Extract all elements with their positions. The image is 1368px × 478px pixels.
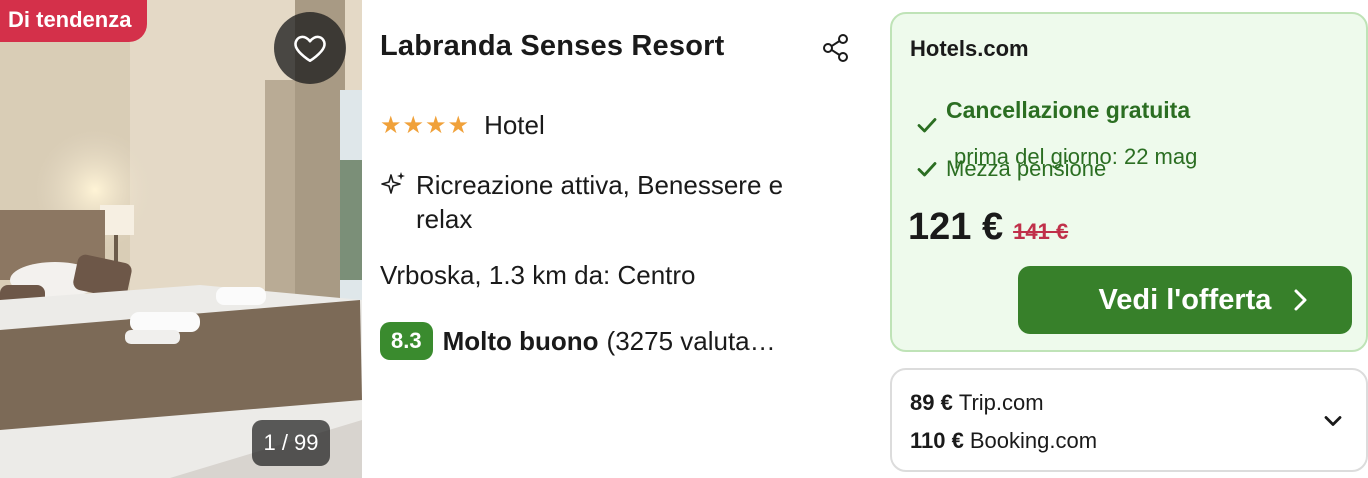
perk-cancel-label: Cancellazione gratuita xyxy=(946,96,1191,123)
hotel-name[interactable]: Labranda Senses Resort xyxy=(380,30,724,63)
hotel-photo[interactable]: Di tendenza 1 / 99 xyxy=(0,0,362,478)
trending-badge: Di tendenza xyxy=(0,0,148,42)
star-rating-icon: ★★★★ xyxy=(380,112,471,139)
other-offer-price: 110 € xyxy=(910,428,964,453)
share-icon xyxy=(823,34,848,62)
other-offer-row[interactable]: 89 € Trip.com xyxy=(910,390,1044,416)
stars-row: ★★★★ Hotel xyxy=(380,110,545,141)
old-price: 141 € xyxy=(1013,219,1069,244)
heart-icon xyxy=(294,35,326,63)
view-offer-label: Vedi l'offerta xyxy=(1098,283,1272,316)
favorite-button[interactable] xyxy=(274,12,346,84)
rating-label: Molto buono xyxy=(442,325,599,356)
current-price: 121 € xyxy=(908,206,1004,248)
other-offer-row[interactable]: 110 € Booking.com xyxy=(910,428,1097,454)
check-icon xyxy=(917,118,937,133)
other-offer-price: 89 € xyxy=(910,390,953,415)
other-offer-provider: Trip.com xyxy=(958,390,1044,415)
rating-row[interactable]: 8.3 Molto buono (3275 valuta… xyxy=(380,322,776,360)
review-count: (3275 valuta… xyxy=(606,325,776,356)
chevron-right-icon xyxy=(1294,289,1307,311)
hotel-location: Vrboska, 1.3 km da: Centro xyxy=(380,260,696,290)
perk-board-label: Mezza pensione xyxy=(946,156,1107,181)
offer-provider: Hotels.com xyxy=(910,36,1029,61)
view-offer-button[interactable]: Vedi l'offerta xyxy=(1018,266,1352,334)
rating-score-badge: 8.3 xyxy=(380,322,433,360)
share-button[interactable] xyxy=(820,32,852,64)
hotel-type: Hotel xyxy=(484,110,545,140)
perk-half-board: Mezza pensione xyxy=(916,156,1106,182)
other-offers-dropdown[interactable]: 89 € Trip.com 110 € Booking.com xyxy=(890,368,1368,472)
photo-counter: 1 / 99 xyxy=(252,420,330,466)
hotel-feature: Ricreazione attiva, Benessere e relax xyxy=(380,168,836,236)
hotel-info: Labranda Senses Resort ★★★★ Hotel Ricrea… xyxy=(380,0,860,478)
main-offer-card[interactable]: Hotels.com Cancellazione gratuita prima … xyxy=(890,12,1368,352)
check-icon xyxy=(917,162,937,177)
feature-text: Ricreazione attiva, Benessere e relax xyxy=(416,170,784,234)
other-offer-provider: Booking.com xyxy=(969,428,1098,453)
chevron-down-icon[interactable] xyxy=(1322,410,1344,432)
sparkle-icon xyxy=(381,172,405,194)
price-block: 121 € 141 € xyxy=(908,206,1068,249)
